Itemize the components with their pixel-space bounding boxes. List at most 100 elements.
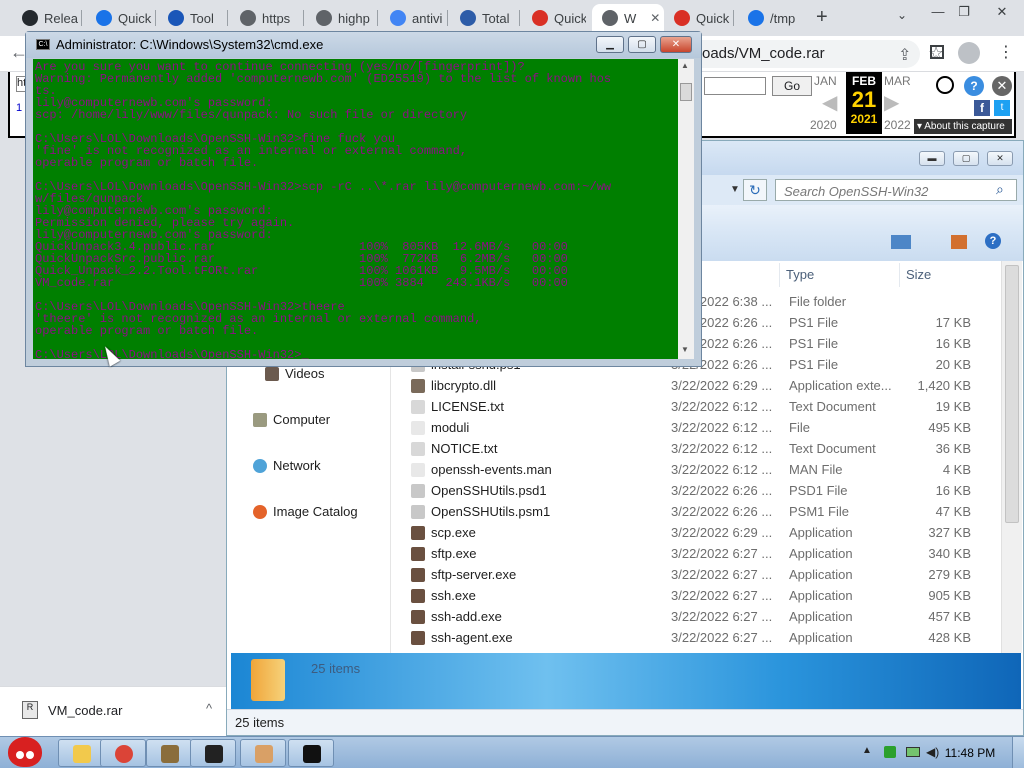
wayback-next-year[interactable]: 2022 bbox=[884, 118, 911, 132]
show-desktop-button[interactable] bbox=[1012, 737, 1024, 768]
network-icon[interactable] bbox=[906, 747, 920, 757]
cmd-maximize-button[interactable]: ▢ bbox=[628, 36, 656, 53]
volume-icon[interactable]: ◀) bbox=[926, 745, 939, 759]
tab-label: Tool bbox=[190, 10, 214, 26]
about-this-capture-button[interactable]: ▾ About this capture bbox=[914, 119, 1012, 134]
browser-tab[interactable]: Tool bbox=[158, 4, 224, 32]
file-row[interactable]: NOTICE.txt 3/22/2022 6:12 ... Text Documen… bbox=[391, 438, 1001, 459]
wayback-url-input[interactable] bbox=[704, 77, 766, 95]
twitter-icon[interactable]: t bbox=[994, 100, 1010, 116]
wayback-prev-arrow-icon[interactable]: ◀ bbox=[822, 90, 837, 115]
scrollbar-thumb[interactable] bbox=[1005, 265, 1019, 523]
scroll-down-icon[interactable]: ▼ bbox=[681, 345, 689, 354]
nav-item-image-catalog[interactable]: Image Catalog bbox=[253, 504, 358, 519]
side-panel-icon[interactable] bbox=[930, 45, 944, 59]
cmd-scrollbar-thumb[interactable] bbox=[680, 83, 692, 101]
browser-tab[interactable]: /tmp bbox=[738, 4, 808, 32]
file-row[interactable]: ssh.exe 3/22/2022 6:27 ... Application 905 … bbox=[391, 585, 1001, 606]
wayback-close-icon[interactable]: ✕ bbox=[992, 76, 1012, 96]
scroll-up-icon[interactable]: ▲ bbox=[681, 61, 689, 70]
file-row[interactable]: scp.exe 3/22/2022 6:29 ... Application 327 … bbox=[391, 522, 1001, 543]
file-type-icon bbox=[411, 526, 425, 540]
wayback-go-button[interactable]: Go bbox=[772, 76, 812, 96]
start-button[interactable] bbox=[2, 731, 48, 768]
cmd-close-button[interactable]: ✕ bbox=[660, 36, 692, 53]
browser-tab[interactable]: antivi bbox=[380, 4, 444, 32]
browser-tab[interactable]: Quick bbox=[664, 4, 730, 32]
ida-taskbar-button[interactable] bbox=[146, 739, 192, 767]
file-name: OpenSSHUtils.psd1 bbox=[431, 483, 547, 498]
tab-close-icon[interactable]: ✕ bbox=[650, 11, 660, 25]
explorer-search-input[interactable]: Search OpenSSH-Win32 ⌕ bbox=[775, 179, 1017, 201]
browser-tab[interactable]: Quick bbox=[522, 4, 586, 32]
file-row[interactable]: moduli 3/22/2022 6:12 ... File 495 KB bbox=[391, 417, 1001, 438]
tab-label: Quick bbox=[696, 10, 730, 26]
column-header-size[interactable]: Size bbox=[899, 263, 999, 287]
file-row[interactable]: openssh-events.man 3/22/2022 6:12 ... MAN … bbox=[391, 459, 1001, 480]
file-row[interactable]: OpenSSHUtils.psd1 3/22/2022 6:26 ... PSD1 … bbox=[391, 480, 1001, 501]
wayback-help-icon[interactable]: ? bbox=[964, 76, 984, 96]
profile-avatar-icon[interactable] bbox=[958, 42, 980, 64]
tab-search-button[interactable]: ⌄ bbox=[897, 8, 907, 22]
cmd-title-bar[interactable]: C:\ Administrator: C:\Windows\System32\c… bbox=[26, 32, 701, 58]
wayback-capture-link[interactable]: 1 bbox=[16, 102, 22, 114]
cmd-taskbar-button[interactable] bbox=[288, 739, 334, 767]
chrome-taskbar-button[interactable] bbox=[100, 739, 146, 767]
new-tab-button[interactable]: + bbox=[816, 6, 828, 29]
wayback-prev-year[interactable]: 2020 bbox=[810, 118, 837, 132]
show-hidden-icons-icon[interactable]: ▲ bbox=[862, 745, 872, 756]
preview-pane-icon[interactable] bbox=[951, 235, 967, 249]
download-item-name[interactable]: VM_code.rar bbox=[48, 703, 122, 718]
explorer-minimize-button[interactable]: ▬ bbox=[919, 151, 945, 166]
nav-item-computer[interactable]: Computer bbox=[253, 412, 330, 427]
7zip-taskbar-button[interactable] bbox=[190, 739, 236, 767]
browser-tab[interactable]: W ✕ bbox=[592, 4, 664, 32]
browser-tab[interactable]: https bbox=[230, 4, 300, 32]
file-row[interactable]: sftp.exe 3/22/2022 6:27 ... Application 340… bbox=[391, 543, 1001, 564]
file-row[interactable]: OpenSSHUtils.psm1 3/22/2022 6:26 ... PSM1 … bbox=[391, 501, 1001, 522]
wayback-prev-month[interactable]: JAN bbox=[814, 74, 837, 88]
help-icon[interactable]: ? bbox=[985, 233, 1001, 249]
browser-menu-icon[interactable]: ⋮ bbox=[998, 42, 1014, 62]
download-options-chevron-icon[interactable]: ^ bbox=[206, 701, 212, 716]
change-view-icon[interactable] bbox=[891, 235, 911, 249]
browser-tab[interactable]: Total bbox=[450, 4, 516, 32]
nav-item-label: Network bbox=[273, 458, 321, 473]
action-center-flag-icon[interactable] bbox=[884, 746, 896, 758]
file-date-modified: 3/22/2022 6:29 ... bbox=[671, 525, 773, 540]
share-icon[interactable]: ⇪ bbox=[898, 45, 911, 65]
file-row[interactable]: libcrypto.dll 3/22/2022 6:29 ... Applicati… bbox=[391, 375, 1001, 396]
search-icon[interactable]: ⌕ bbox=[996, 181, 1004, 198]
file-row[interactable]: ssh-agent.exe 3/22/2022 6:27 ... Applicati… bbox=[391, 627, 1001, 648]
system-clock[interactable]: 11:48 PM bbox=[940, 746, 1000, 760]
address-history-dropdown-icon[interactable]: ▼ bbox=[725, 181, 745, 199]
cmd-minimize-button[interactable]: ▁ bbox=[596, 36, 624, 53]
file-row[interactable]: ssh-add.exe 3/22/2022 6:27 ... Application… bbox=[391, 606, 1001, 627]
browser-tab[interactable]: highp bbox=[306, 4, 374, 32]
nav-item-network[interactable]: Network bbox=[253, 458, 321, 473]
browser-close-button[interactable]: ✕ bbox=[990, 4, 1014, 20]
explorer-taskbar-button[interactable] bbox=[58, 739, 104, 767]
status-item-count: 25 items bbox=[235, 715, 285, 730]
user-taskbar-button[interactable] bbox=[240, 739, 286, 767]
refresh-icon[interactable]: ↻ bbox=[743, 179, 767, 201]
wayback-next-month[interactable]: MAR bbox=[884, 74, 911, 88]
wayback-user-icon[interactable] bbox=[936, 76, 954, 94]
explorer-close-button[interactable]: ✕ bbox=[987, 151, 1013, 166]
file-row[interactable]: LICENSE.txt 3/22/2022 6:12 ... Text Docume… bbox=[391, 396, 1001, 417]
explorer-maximize-button[interactable]: ▢ bbox=[953, 151, 979, 166]
facebook-icon[interactable]: f bbox=[974, 100, 990, 116]
browser-tab[interactable]: Quick bbox=[86, 4, 152, 32]
nav-item-videos[interactable]: Videos bbox=[265, 366, 325, 381]
browser-tab[interactable]: Relea bbox=[12, 4, 78, 32]
wayback-next-arrow-icon[interactable]: ▶ bbox=[884, 90, 899, 115]
column-header-type[interactable]: Type bbox=[779, 263, 893, 287]
browser-maximize-button[interactable]: ❐ bbox=[952, 4, 976, 20]
file-list-scrollbar[interactable] bbox=[1001, 261, 1022, 653]
cmd-app-icon[interactable]: C:\ bbox=[36, 39, 50, 50]
browser-minimize-button[interactable]: — bbox=[926, 4, 950, 19]
cmd-console[interactable]: Are you sure you want to continue connec… bbox=[33, 59, 678, 359]
file-row[interactable]: sftp-server.exe 3/22/2022 6:27 ... Applica… bbox=[391, 564, 1001, 585]
videos-icon bbox=[265, 366, 279, 381]
cmd-scrollbar[interactable]: ▲ ▼ bbox=[678, 59, 694, 359]
